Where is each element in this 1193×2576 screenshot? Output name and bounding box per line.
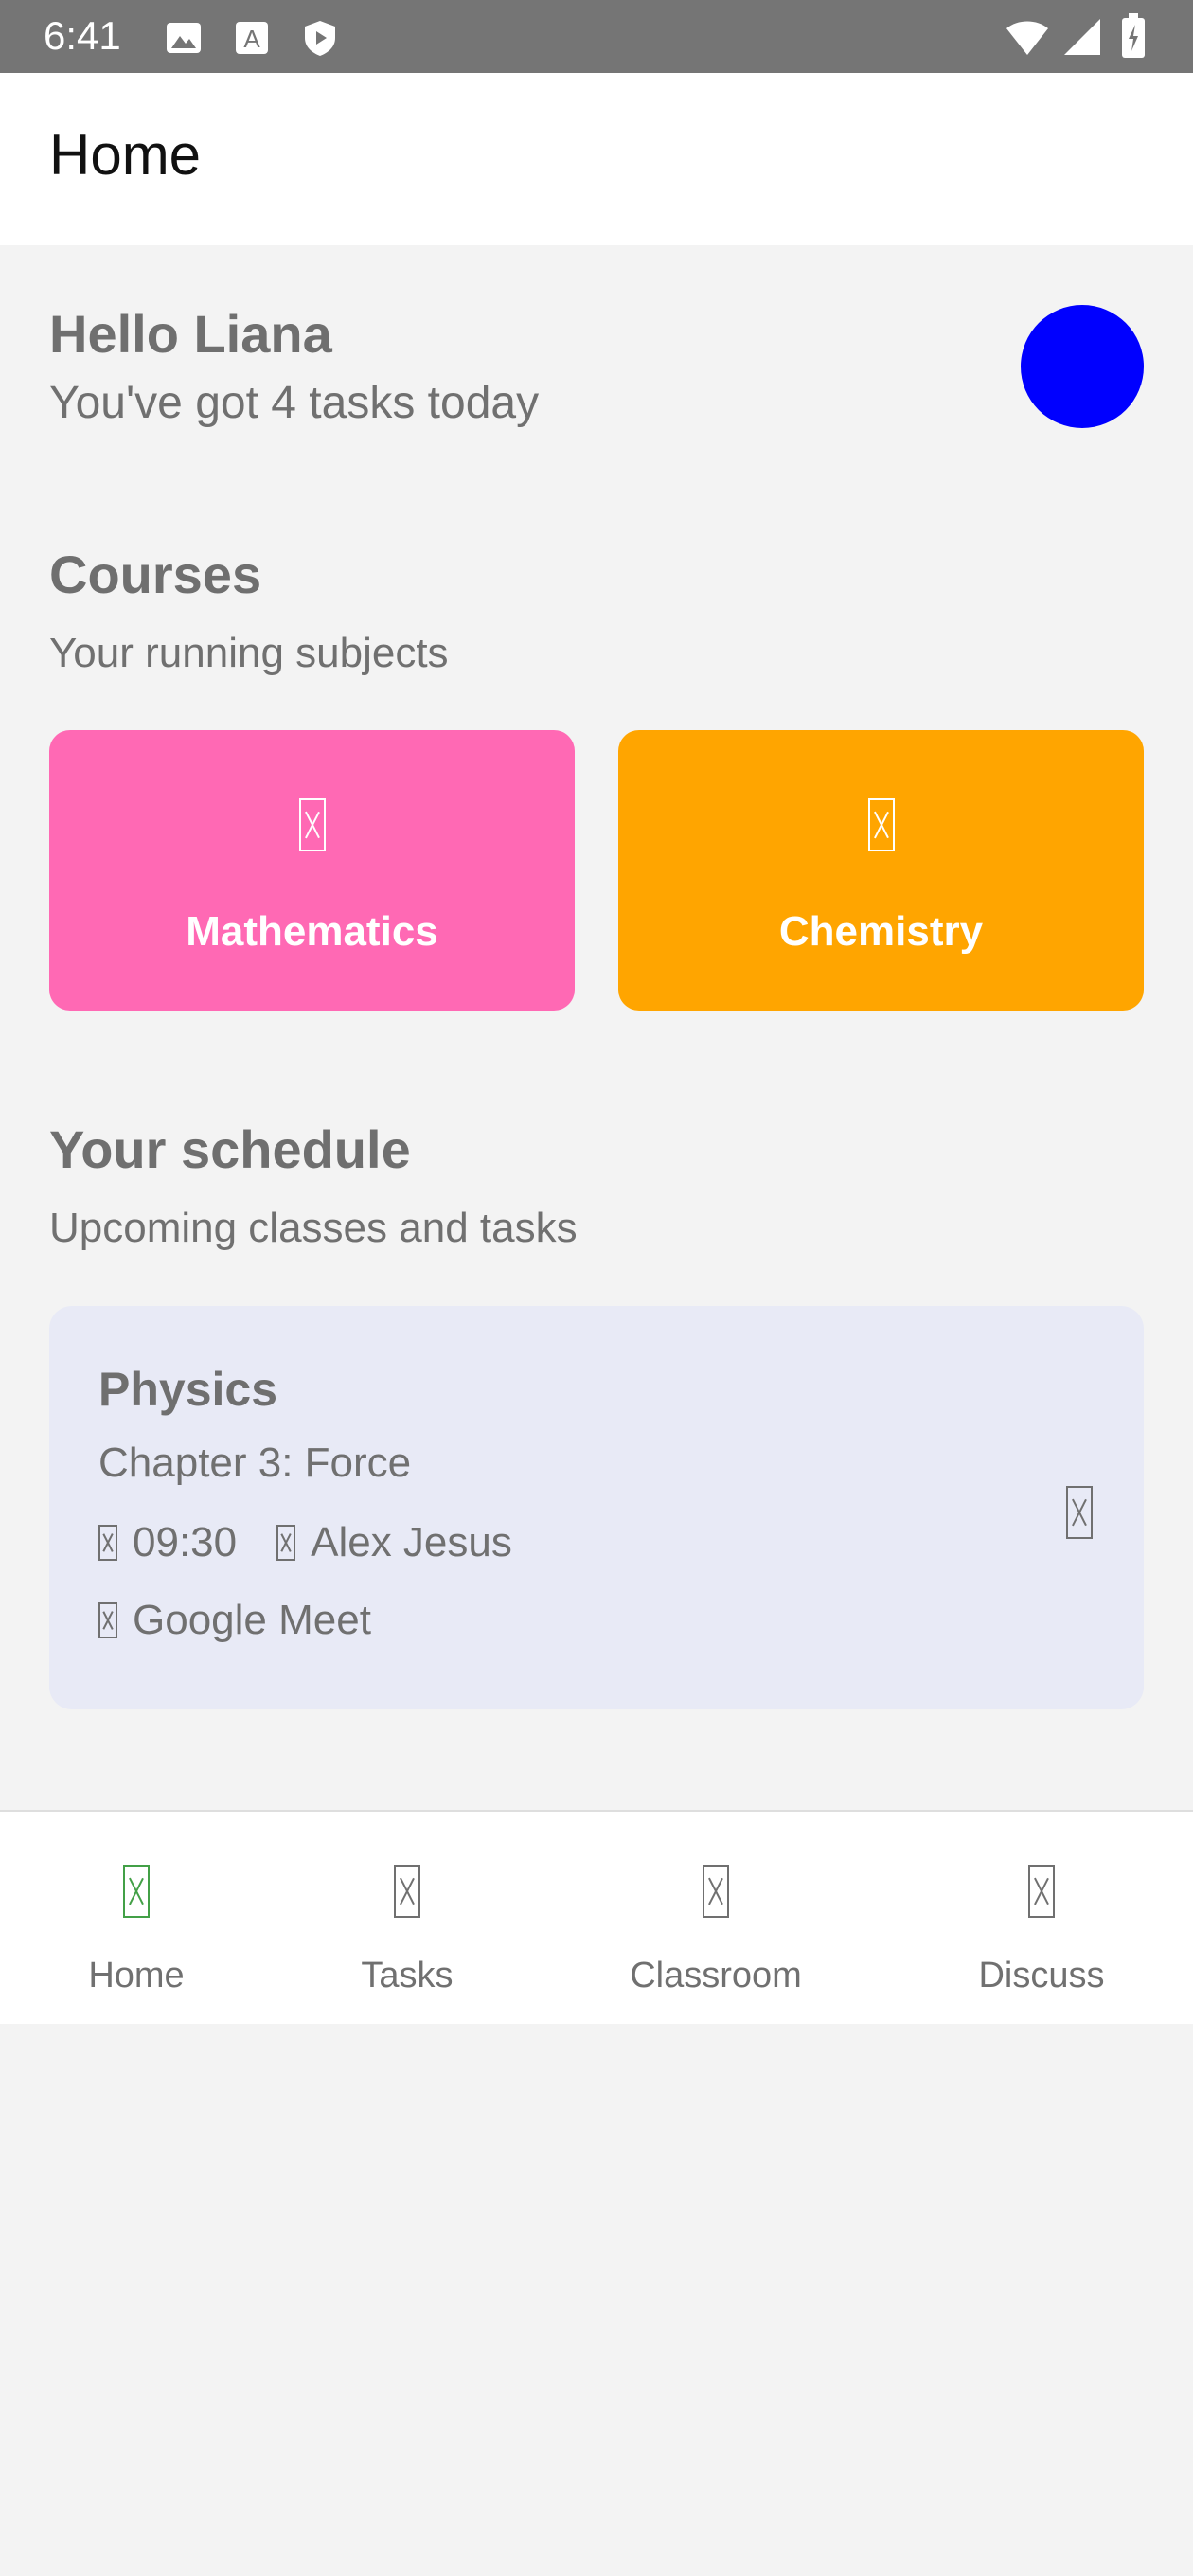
schedule-teacher: Alex Jesus xyxy=(311,1519,512,1565)
greeting-title: Hello Liana xyxy=(49,304,332,364)
discuss-icon xyxy=(947,1865,1136,1918)
tasks-icon xyxy=(312,1865,502,1918)
app-bar: Home xyxy=(0,73,1193,245)
course-icon xyxy=(49,798,575,855)
course-card-mathematics[interactable]: Mathematics xyxy=(49,730,575,1011)
schedule-subtitle: Upcoming classes and tasks xyxy=(49,1205,578,1251)
schedule-chapter: Chapter 3: Force xyxy=(98,1440,412,1486)
nav-label: Classroom xyxy=(630,1956,802,1995)
wifi-icon xyxy=(1006,21,1048,55)
course-icon xyxy=(618,798,1144,855)
home-icon xyxy=(42,1865,231,1918)
schedule-platform: Google Meet xyxy=(133,1597,371,1643)
status-time: 6:41 xyxy=(44,13,121,58)
nav-item-home[interactable]: Home xyxy=(42,1812,231,2024)
schedule-platform-row: Google Meet xyxy=(98,1594,371,1647)
image-icon xyxy=(167,23,201,53)
course-card-chemistry[interactable]: Chemistry xyxy=(618,730,1144,1011)
schedule-meta-row: 09:30 Alex Jesus xyxy=(98,1516,512,1569)
font-icon: A xyxy=(236,22,268,54)
schedule-card[interactable]: Physics Chapter 3: Force 09:30 Alex Jesu… xyxy=(49,1306,1144,1709)
person-icon xyxy=(276,1525,296,1561)
nav-label: Discuss xyxy=(978,1956,1105,1995)
nav-item-discuss[interactable]: Discuss xyxy=(947,1812,1136,2024)
status-bar: 6:41 A xyxy=(0,0,1193,73)
video-icon xyxy=(98,1602,117,1638)
schedule-subject: Physics xyxy=(98,1363,278,1416)
nav-item-tasks[interactable]: Tasks xyxy=(312,1812,502,2024)
clock-icon xyxy=(98,1525,117,1561)
nav-label: Tasks xyxy=(361,1956,454,1995)
courses-title: Courses xyxy=(49,545,262,604)
greeting-subtitle: You've got 4 tasks today xyxy=(49,378,540,428)
bottom-navigation: Home Tasks Classroom Discuss xyxy=(0,1810,1193,2024)
course-label: Mathematics xyxy=(186,908,438,955)
battery-icon xyxy=(1122,13,1145,58)
avatar[interactable] xyxy=(1021,305,1144,428)
nav-label: Home xyxy=(88,1956,185,1995)
courses-subtitle: Your running subjects xyxy=(49,630,449,676)
shield-play-icon xyxy=(305,21,335,56)
course-label: Chemistry xyxy=(778,908,984,955)
schedule-title: Your schedule xyxy=(49,1119,411,1179)
svg-text:A: A xyxy=(243,25,260,53)
classroom-icon xyxy=(606,1865,826,1918)
nav-item-classroom[interactable]: Classroom xyxy=(606,1812,826,2024)
schedule-time: 09:30 xyxy=(133,1519,238,1565)
page-title: Home xyxy=(49,123,202,187)
chevron-right-icon[interactable] xyxy=(1066,1486,1093,1544)
cell-signal-icon xyxy=(1064,19,1100,55)
